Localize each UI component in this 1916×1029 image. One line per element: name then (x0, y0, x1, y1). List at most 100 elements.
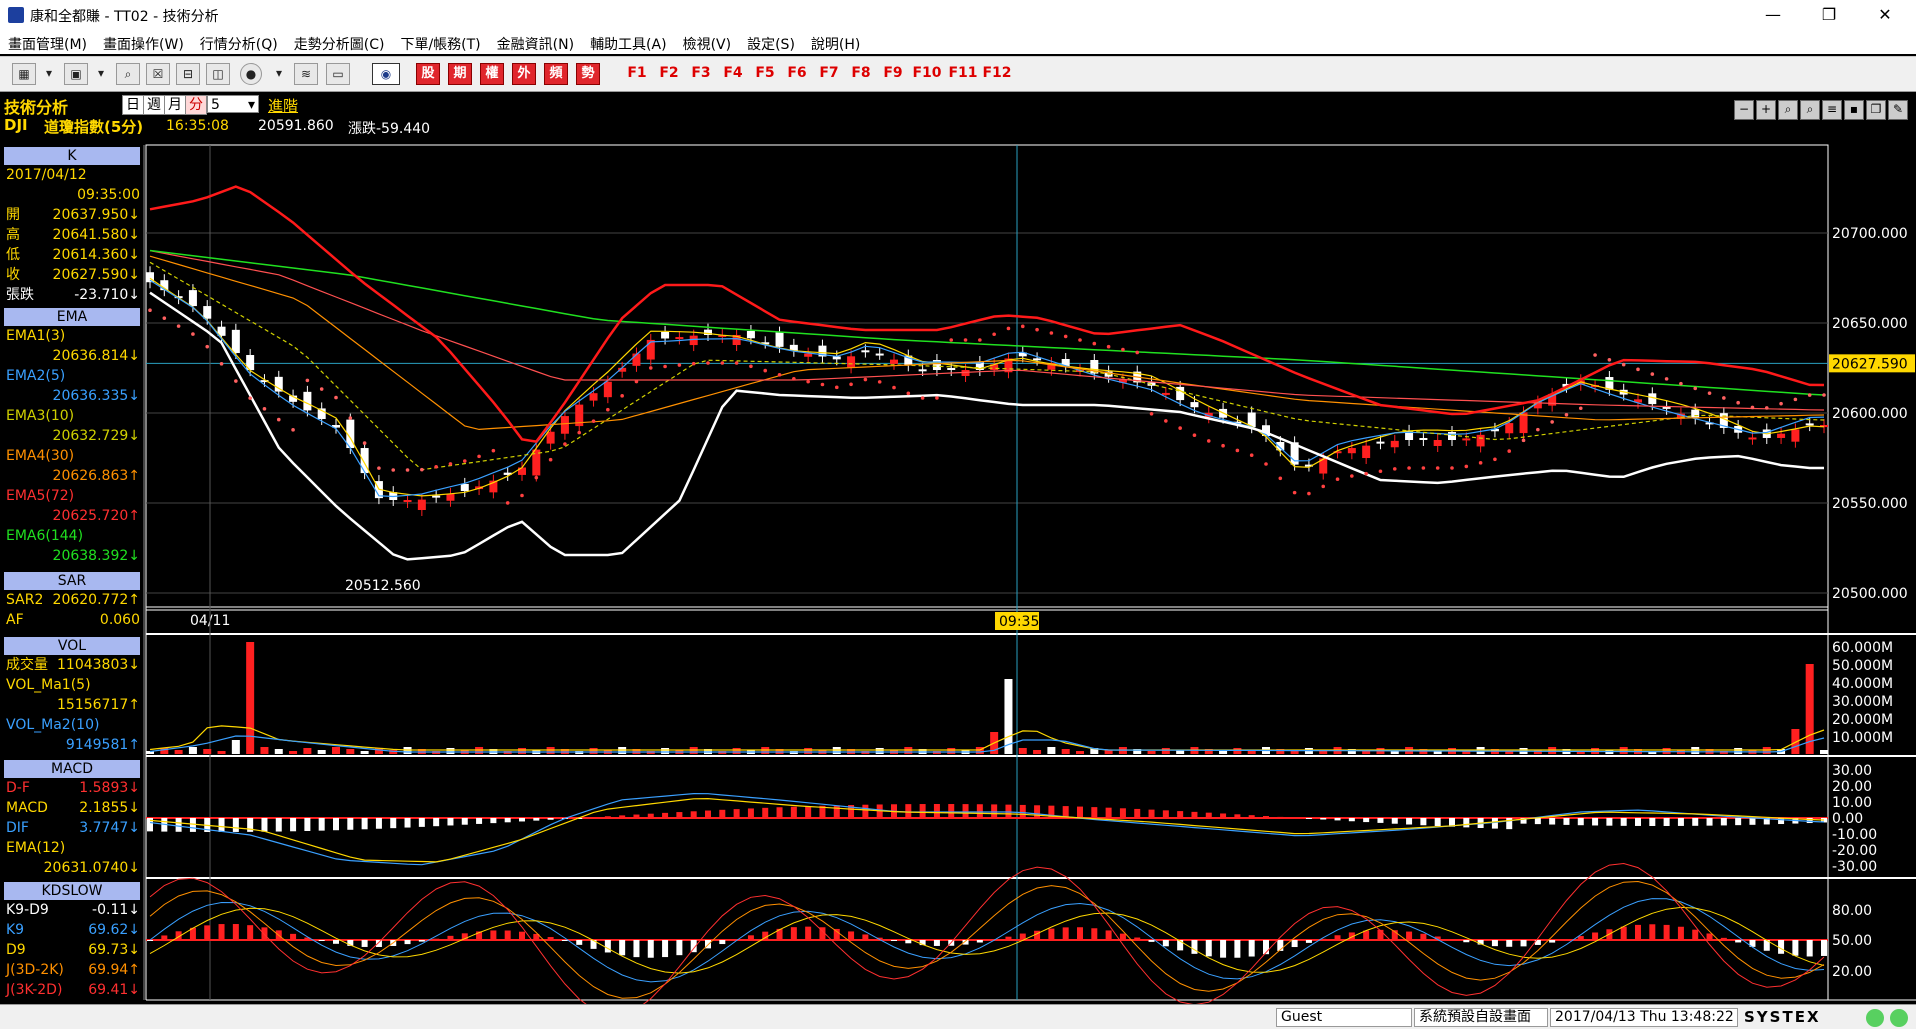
link-icon[interactable]: ≋ (294, 63, 318, 85)
macd-histogram-bar (1119, 808, 1126, 818)
technical-chart[interactable]: 20700.000 20650.000 20600.000 20550.000 2050… (0, 0, 1916, 1028)
dropdown-icon[interactable]: ▾ (94, 63, 108, 85)
menu-tools[interactable]: 輔助工具(A) (582, 30, 675, 54)
f1-button[interactable]: F1 (622, 63, 652, 85)
macd-histogram-bar (476, 818, 483, 824)
macd-histogram-bar (1234, 814, 1241, 818)
kd-histogram-bar (733, 939, 740, 941)
volume-bar (560, 749, 569, 754)
menu-view[interactable]: 檢視(V) (675, 30, 740, 54)
menu-screen-mgmt[interactable]: 畫面管理(M) (0, 30, 95, 54)
menu-quote-analysis[interactable]: 行情分析(Q) (192, 30, 286, 54)
volume-bar (1304, 748, 1313, 754)
close-window-icon[interactable]: ☒ (146, 63, 170, 85)
sar-dot (1078, 338, 1082, 342)
logo-icon[interactable]: ◉ (372, 63, 400, 85)
kd-histogram-bar (1248, 940, 1255, 957)
menu-screen-ops[interactable]: 畫面操作(W) (95, 30, 192, 54)
macd-line (149, 797, 1825, 863)
frequency-button[interactable]: 頻 (544, 63, 568, 85)
f3-button[interactable]: F3 (686, 63, 716, 85)
sar-dot (1264, 462, 1268, 466)
menu-settings[interactable]: 設定(S) (739, 30, 803, 54)
save-icon[interactable]: ▣ (64, 63, 88, 85)
f2-button[interactable]: F2 (654, 63, 684, 85)
f4-button[interactable]: F4 (718, 63, 748, 85)
period-day[interactable]: 日 (122, 95, 144, 115)
macd-row: 20631.0740↓ (4, 858, 142, 878)
kd-histogram-bar (1534, 940, 1541, 945)
volume-bar (1605, 750, 1614, 754)
zoom-out-icon[interactable]: − (1734, 100, 1754, 120)
vol-row: 成交量 11043803↓ (4, 655, 142, 675)
period-minute[interactable]: 分 (185, 95, 207, 115)
monitor-icon[interactable]: ▭ (326, 63, 350, 85)
tools-icon[interactable]: ✎ (1888, 100, 1908, 120)
f12-button[interactable]: F12 (980, 63, 1014, 85)
kd-histogram-bar (1191, 940, 1198, 954)
menu-financial-info[interactable]: 金融資訊(N) (489, 30, 582, 54)
minimize-button[interactable]: — (1750, 0, 1796, 30)
f10-button[interactable]: F10 (910, 63, 944, 85)
f6-button[interactable]: F6 (782, 63, 812, 85)
f7-button[interactable]: F7 (814, 63, 844, 85)
macd-histogram-bar (1706, 818, 1713, 826)
dropdown-icon[interactable]: ▾ (42, 63, 56, 85)
candle-body (188, 290, 197, 307)
zoom-in-icon[interactable]: + (1756, 100, 1776, 120)
volume-bar (417, 749, 426, 754)
stock-button[interactable]: 股 (416, 63, 440, 85)
maximize-button[interactable]: ❐ (1806, 0, 1852, 30)
save-icon[interactable]: ▪ (1844, 100, 1864, 120)
macd-histogram-bar (304, 818, 311, 831)
macd-histogram-bar (1735, 818, 1742, 826)
interval-select[interactable]: 5 ▾ (207, 95, 259, 113)
macd-histogram-bar (1205, 812, 1212, 818)
period-month[interactable]: 月 (164, 95, 186, 115)
futures-button[interactable]: 期 (448, 63, 472, 85)
f5-button[interactable]: F5 (750, 63, 780, 85)
ema1-line (149, 277, 1825, 497)
kd-histogram-bar (1363, 930, 1370, 940)
restore-icon[interactable]: ❐ (1866, 100, 1886, 120)
settings-icon[interactable]: ≡ (1822, 100, 1842, 120)
split-h-icon[interactable]: ⊟ (176, 63, 200, 85)
macd-histogram-bar (175, 818, 182, 832)
foreign-button[interactable]: 外 (512, 63, 536, 85)
kd-histogram-bar (161, 935, 168, 940)
options-button[interactable]: 權 (480, 63, 504, 85)
menu-help[interactable]: 說明(H) (803, 30, 868, 54)
vol-row-value: 15156717↑ (57, 697, 140, 713)
coin-icon[interactable]: ● (240, 63, 262, 85)
k-time: 09:35:00 (77, 187, 140, 203)
menu-trend-chart[interactable]: 走勢分析圖(C) (286, 30, 393, 54)
period-week[interactable]: 週 (143, 95, 165, 115)
kd-histogram-bar (619, 940, 626, 956)
volume-bar (804, 748, 813, 754)
split-v-icon[interactable]: ◫ (206, 63, 230, 85)
search-minus-icon[interactable]: ⌕ (1778, 100, 1798, 120)
candle-body (1047, 362, 1056, 370)
search-plus-icon[interactable]: ⌕ (1800, 100, 1820, 120)
volume-bar (1076, 751, 1084, 754)
close-button[interactable]: ✕ (1862, 0, 1908, 30)
sar-dot (1035, 327, 1039, 332)
menu-order[interactable]: 下單/帳務(T) (392, 30, 488, 54)
f8-button[interactable]: F8 (846, 63, 876, 85)
ema2-line (149, 279, 1825, 498)
trend-button[interactable]: 勢 (576, 63, 600, 85)
volume-bar (1390, 750, 1399, 754)
zoom-icon[interactable]: ⌕ (116, 63, 140, 85)
grid-icon[interactable]: ▦ (12, 63, 36, 85)
dropdown-icon[interactable]: ▾ (272, 63, 286, 85)
f11-button[interactable]: F11 (946, 63, 980, 85)
candle-body (246, 355, 255, 371)
advanced-link[interactable]: 進階 (268, 95, 298, 116)
candle-body (160, 280, 169, 291)
sar-dot (906, 391, 911, 396)
sar-dot (1278, 476, 1283, 481)
sar-dot (577, 430, 582, 435)
sar-dot (834, 385, 839, 390)
status-layout[interactable]: 系統預設自設畫面 (1414, 1008, 1548, 1027)
f9-button[interactable]: F9 (878, 63, 908, 85)
